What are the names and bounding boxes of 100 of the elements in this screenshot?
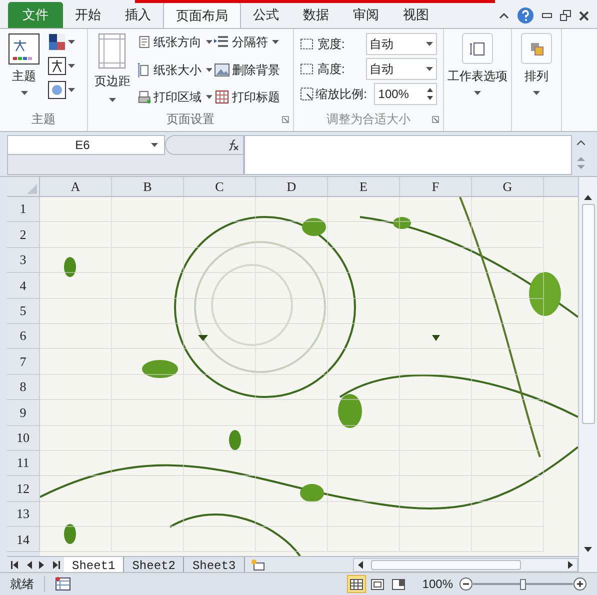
table-cell[interactable] — [472, 298, 544, 324]
scroll-up-icon[interactable] — [577, 140, 585, 146]
table-cell[interactable] — [256, 527, 328, 552]
theme-effects-icon[interactable] — [48, 81, 66, 99]
expand-formula-icon[interactable] — [577, 156, 585, 170]
dialog-launcher-icon[interactable] — [432, 116, 439, 122]
table-cell[interactable] — [40, 426, 112, 451]
row-header[interactable]: 9 — [7, 400, 40, 426]
table-cell[interactable] — [400, 502, 472, 528]
table-cell[interactable] — [184, 502, 256, 528]
horizontal-scrollbar[interactable] — [353, 558, 578, 572]
ribbon-tab[interactable]: 插入 — [113, 2, 163, 28]
sheet-tab[interactable]: Sheet2 — [124, 556, 184, 572]
table-cell[interactable] — [328, 349, 400, 375]
table-cell[interactable] — [472, 248, 544, 274]
table-cell[interactable] — [184, 450, 256, 476]
table-cell[interactable] — [112, 349, 184, 375]
table-cell[interactable] — [472, 273, 544, 299]
table-cell[interactable] — [112, 450, 184, 476]
zoom-in-icon[interactable] — [573, 577, 587, 591]
name-box[interactable]: E6 — [7, 135, 165, 155]
table-cell[interactable] — [472, 324, 544, 350]
table-cell[interactable] — [400, 324, 472, 350]
column-header[interactable]: D — [256, 177, 328, 196]
sheet-tab[interactable]: Sheet1 — [64, 556, 124, 572]
row-header[interactable]: 2 — [7, 222, 40, 248]
theme-fonts-icon[interactable] — [48, 57, 66, 75]
table-cell[interactable] — [112, 527, 184, 552]
insert-sheet-icon[interactable] — [250, 558, 265, 570]
table-cell[interactable] — [256, 222, 328, 248]
dropdown-field[interactable]: 自动 — [366, 33, 438, 55]
table-cell[interactable] — [184, 273, 256, 299]
view-button[interactable] — [347, 575, 366, 593]
dropdown-field[interactable]: 自动 — [366, 58, 438, 80]
table-cell[interactable] — [184, 197, 256, 222]
ribbon-command[interactable]: 打印区域 — [136, 88, 212, 106]
row-header[interactable]: 12 — [7, 476, 40, 502]
table-cell[interactable] — [472, 222, 544, 248]
function-icon[interactable] — [227, 139, 239, 151]
table-cell[interactable] — [256, 273, 328, 299]
row-header[interactable]: 10 — [7, 426, 40, 451]
collapse-ribbon-icon[interactable] — [499, 12, 509, 19]
column-header[interactable]: B — [112, 177, 184, 196]
ribbon-tab[interactable]: 公式 — [241, 2, 291, 28]
table-cell[interactable] — [256, 450, 328, 476]
table-cell[interactable] — [328, 502, 400, 528]
column-header[interactable]: F — [400, 177, 472, 196]
table-cell[interactable] — [112, 273, 184, 299]
table-cell[interactable] — [112, 374, 184, 400]
table-cell[interactable] — [400, 248, 472, 274]
row-header[interactable]: 6 — [7, 324, 40, 350]
table-cell[interactable] — [256, 374, 328, 400]
ribbon-tab[interactable]: 页面布局 — [163, 2, 241, 28]
table-cell[interactable] — [184, 426, 256, 451]
table-cell[interactable] — [184, 298, 256, 324]
table-cell[interactable] — [256, 298, 328, 324]
ribbon-tab[interactable]: 数据 — [291, 2, 341, 28]
column-header[interactable]: E — [328, 177, 400, 196]
spin-field[interactable]: 100% — [374, 83, 437, 105]
table-cell[interactable] — [40, 273, 112, 299]
ribbon-tab[interactable]: 视图 — [391, 2, 441, 28]
table-cell[interactable] — [328, 476, 400, 502]
table-cell[interactable] — [184, 349, 256, 375]
margins-button[interactable]: 页边距 — [92, 33, 133, 110]
table-cell[interactable] — [472, 197, 544, 222]
row-header[interactable]: 1 — [7, 197, 40, 222]
theme-colors-icon[interactable] — [48, 33, 66, 51]
table-cell[interactable] — [112, 197, 184, 222]
table-cell[interactable] — [256, 324, 328, 350]
macro-record-icon[interactable] — [55, 577, 71, 591]
row-header[interactable]: 11 — [7, 450, 40, 476]
table-cell[interactable] — [328, 222, 400, 248]
table-cell[interactable] — [472, 450, 544, 476]
table-cell[interactable] — [472, 400, 544, 426]
table-cell[interactable] — [184, 374, 256, 400]
table-cell[interactable] — [256, 349, 328, 375]
help-icon[interactable] — [517, 7, 534, 24]
table-cell[interactable] — [328, 374, 400, 400]
scroll-left-icon[interactable] — [11, 560, 18, 568]
row-header[interactable]: 3 — [7, 248, 40, 274]
restore-icon[interactable] — [560, 10, 571, 21]
sheet-options-button[interactable]: 工作表选项 — [448, 33, 508, 95]
table-cell[interactable] — [400, 374, 472, 400]
table-cell[interactable] — [112, 324, 184, 350]
table-cell[interactable] — [184, 222, 256, 248]
zoom-slider-thumb[interactable] — [520, 578, 526, 590]
scroll-left-icon[interactable] — [25, 560, 32, 568]
scroll-right-icon[interactable] — [53, 560, 60, 568]
ribbon-tab[interactable]: 开始 — [63, 2, 113, 28]
table-cell[interactable] — [40, 298, 112, 324]
sheet-tab[interactable]: Sheet3 — [184, 556, 245, 572]
zoom-out-icon[interactable] — [459, 577, 473, 591]
file-tab[interactable]: 文件 — [8, 2, 63, 28]
column-header[interactable]: C — [184, 177, 256, 196]
table-cell[interactable] — [328, 273, 400, 299]
table-cell[interactable] — [40, 450, 112, 476]
column-header[interactable]: A — [40, 177, 112, 196]
table-cell[interactable] — [256, 502, 328, 528]
table-cell[interactable] — [184, 248, 256, 274]
row-header[interactable]: 13 — [7, 502, 40, 528]
